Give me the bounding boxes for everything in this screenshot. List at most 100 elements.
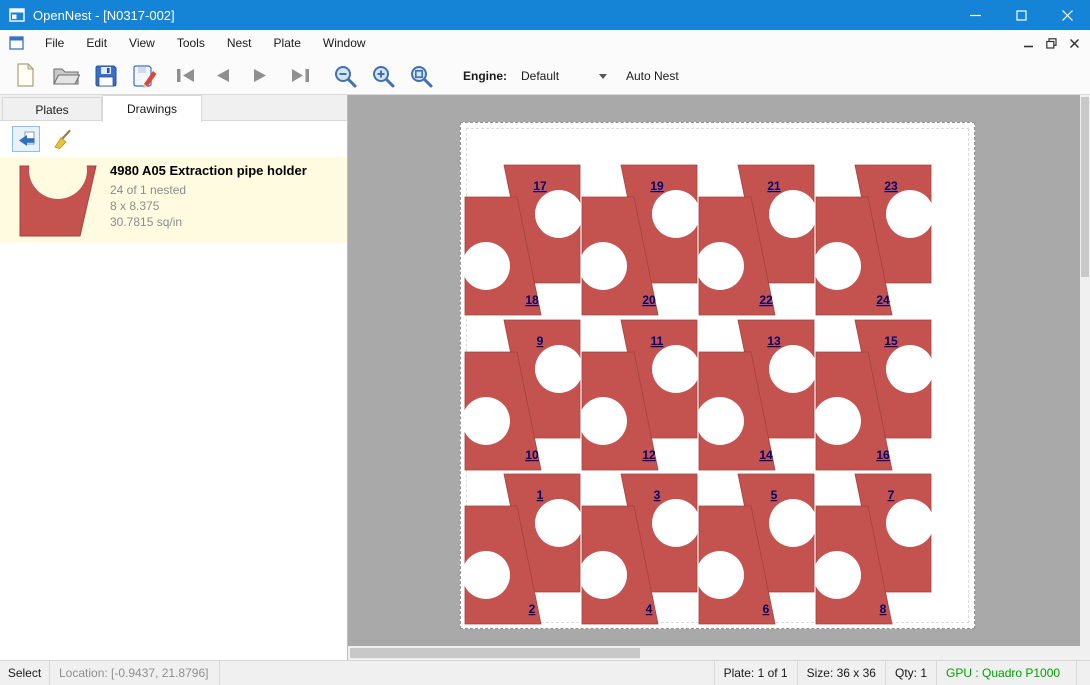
nest-pair[interactable]: 34 — [581, 473, 698, 625]
mdi-child-controls — [1019, 30, 1084, 56]
status-mode: Select — [0, 661, 50, 685]
return-part-button[interactable] — [12, 126, 40, 152]
nest-pair[interactable]: 2122 — [698, 164, 815, 316]
part-number: 20 — [642, 293, 656, 307]
nest-pair[interactable]: 1920 — [581, 164, 698, 316]
previous-arrow-icon — [213, 67, 232, 84]
vertical-scrollbar-thumb[interactable] — [1081, 97, 1089, 277]
nest-pair[interactable]: 1718 — [464, 164, 581, 316]
nest-pair[interactable]: 1314 — [698, 319, 815, 471]
window-title: OpenNest - [N0317-002] — [33, 8, 175, 23]
open-button[interactable] — [53, 66, 80, 86]
drawing-nested-count: 24 of 1 nested — [110, 183, 186, 197]
save-button[interactable] — [94, 64, 118, 88]
part-number: 7 — [888, 488, 895, 502]
first-arrow-icon — [175, 67, 198, 84]
nest-pair[interactable]: 1516 — [815, 319, 932, 471]
part-number: 16 — [876, 448, 890, 462]
vertical-scrollbar[interactable] — [1080, 95, 1090, 646]
chevron-down-icon — [599, 74, 607, 79]
menu-view[interactable]: View — [118, 30, 166, 56]
part-number: 21 — [767, 179, 781, 193]
status-qty: Qty: 1 — [885, 661, 936, 685]
nest-pair[interactable]: 12 — [464, 473, 581, 625]
maximize-button[interactable] — [998, 0, 1044, 30]
menu-plate[interactable]: Plate — [263, 30, 312, 56]
tab-drawings[interactable]: Drawings — [102, 95, 202, 122]
window-controls — [952, 0, 1090, 30]
part-number: 13 — [767, 334, 781, 348]
nest-canvas[interactable]: 171819202122232491011121314151612345678 — [348, 95, 1080, 646]
status-gpu: GPU : Quadro P1000 — [936, 661, 1076, 685]
part-number: 12 — [642, 448, 656, 462]
app-icon — [9, 8, 25, 22]
part-number: 24 — [876, 293, 890, 307]
first-plate-button[interactable] — [175, 67, 198, 84]
resize-grip[interactable] — [1076, 661, 1090, 685]
nest-pair[interactable]: 78 — [815, 473, 932, 625]
part-number: 15 — [884, 334, 898, 348]
plate[interactable]: 171819202122232491011121314151612345678 — [460, 122, 975, 629]
zoom-fit-button[interactable] — [409, 64, 434, 89]
nest-pair[interactable]: 9 10 — [464, 319, 581, 471]
nest-pair[interactable]: 56 — [698, 473, 815, 625]
part-number: 11 — [651, 334, 664, 348]
drawing-list-item[interactable]: 4980 A05 Extraction pipe holder 24 of 1 … — [0, 157, 347, 243]
status-location: Location: [-0.9437, 21.8796] — [50, 661, 220, 685]
part-number: 9 — [537, 334, 544, 348]
part-number: 8 — [880, 602, 887, 616]
title-bar: OpenNest - [N0317-002] — [0, 0, 1090, 30]
broom-icon — [52, 129, 72, 149]
save-as-button[interactable] — [132, 64, 158, 88]
nest-pair[interactable]: 11 12 — [581, 319, 698, 471]
last-plate-button[interactable] — [288, 67, 311, 84]
zoom-in-icon — [371, 64, 396, 89]
return-part-icon — [16, 130, 36, 148]
menu-tools[interactable]: Tools — [166, 30, 216, 56]
part-number: 18 — [525, 293, 539, 307]
previous-plate-button[interactable] — [213, 67, 232, 84]
engine-select[interactable]: Default — [517, 64, 611, 88]
new-file-icon — [15, 63, 36, 88]
horizontal-scrollbar[interactable] — [348, 646, 1080, 660]
new-file-button[interactable] — [15, 63, 36, 88]
save-edit-icon — [132, 64, 158, 88]
minimize-button[interactable] — [952, 0, 998, 30]
part-number: 1 — [537, 488, 544, 502]
part-number: 19 — [650, 179, 664, 193]
menu-nest[interactable]: Nest — [216, 30, 263, 56]
clean-button[interactable] — [48, 126, 76, 152]
next-plate-button[interactable] — [251, 67, 270, 84]
menu-bar: File Edit View Tools Nest Plate Window — [0, 30, 1090, 56]
horizontal-scrollbar-thumb[interactable] — [350, 648, 640, 658]
status-plate: Plate: 1 of 1 — [714, 661, 797, 685]
mdi-close-icon[interactable] — [1065, 35, 1084, 52]
mdi-minimize-icon[interactable] — [1019, 35, 1038, 52]
part-number: 4 — [646, 602, 653, 616]
last-arrow-icon — [288, 67, 311, 84]
zoom-in-button[interactable] — [371, 64, 396, 89]
status-spacer — [220, 661, 714, 685]
engine-selected-value: Default — [517, 69, 599, 83]
document-window-icon — [9, 36, 24, 50]
part-number: 23 — [884, 179, 898, 193]
close-button[interactable] — [1044, 0, 1090, 30]
menu-window[interactable]: Window — [312, 30, 377, 56]
part-number: 6 — [763, 602, 770, 616]
part-number: 17 — [533, 179, 547, 193]
auto-nest-button[interactable]: Auto Nest — [626, 69, 679, 83]
tab-strip: Plates Drawings — [0, 95, 347, 121]
zoom-out-icon — [333, 64, 358, 89]
tab-plates[interactable]: Plates — [2, 97, 102, 121]
next-arrow-icon — [251, 67, 270, 84]
save-floppy-icon — [94, 64, 118, 88]
part-number: 10 — [525, 448, 539, 462]
drawing-size: 8 x 8.375 — [110, 199, 159, 213]
mdi-restore-icon[interactable] — [1042, 35, 1061, 52]
menu-file[interactable]: File — [34, 30, 75, 56]
engine-label: Engine: — [463, 69, 507, 83]
zoom-out-button[interactable] — [333, 64, 358, 89]
menu-edit[interactable]: Edit — [75, 30, 118, 56]
nest-pair[interactable]: 23 24 — [815, 164, 932, 316]
zoom-fit-icon — [409, 64, 434, 89]
